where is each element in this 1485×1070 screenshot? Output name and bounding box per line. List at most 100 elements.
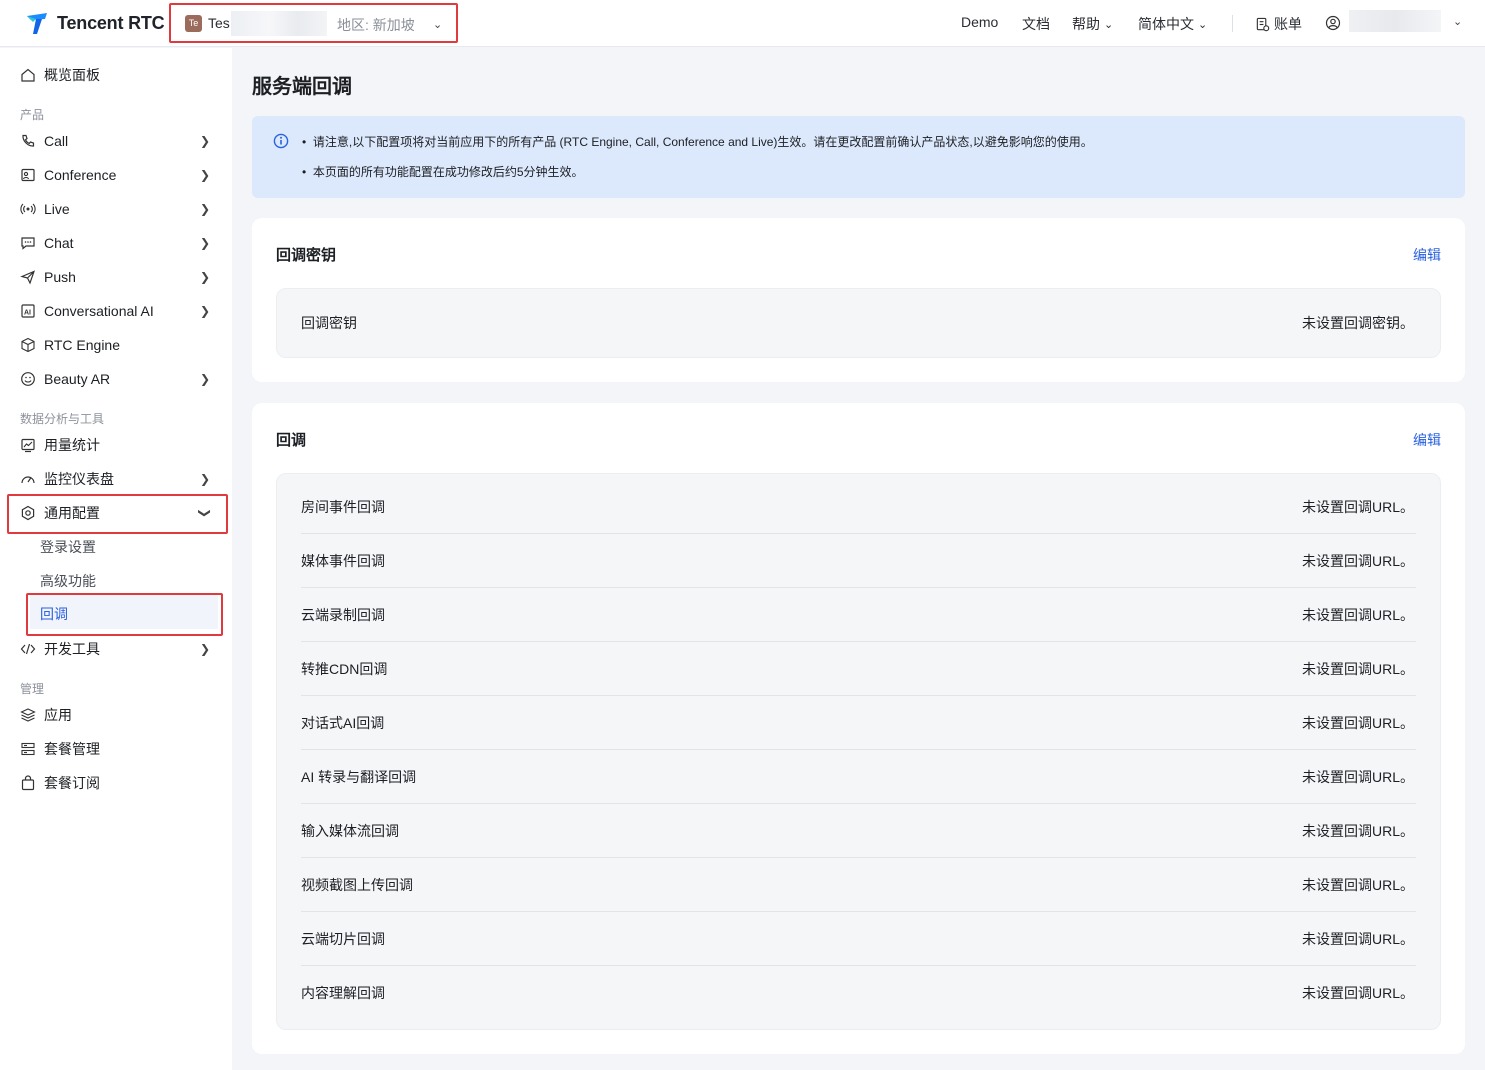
sidebar-item-label: Chat: [44, 235, 74, 251]
shopping-bag-icon: [21, 775, 35, 791]
sidebar-item-conference[interactable]: Conference ❯: [0, 158, 232, 192]
sidebar-item-label: Live: [44, 201, 70, 217]
nav-demo[interactable]: Demo: [961, 14, 998, 30]
sidebar-item-beauty-ar[interactable]: Beauty AR ❯: [0, 362, 232, 396]
row-value: 未设置回调URL。: [1301, 660, 1414, 677]
redacted-user-name[interactable]: [1349, 10, 1441, 32]
sidebar-item-call[interactable]: Call ❯: [0, 124, 232, 158]
row-value: 未设置回调URL。: [1301, 985, 1414, 1001]
sidebar-item-label: Conversational AI: [44, 303, 154, 319]
nav-help-label: 帮助: [1072, 16, 1100, 32]
sidebar-item-label: Push: [44, 269, 76, 285]
callback-row: 视频截图上传回调 未设置回调URL。: [301, 858, 1416, 912]
sidebar-item-label: Conference: [44, 167, 117, 183]
callback-row: 媒体事件回调 未设置回调URL。: [301, 534, 1416, 588]
smile-icon: [21, 372, 35, 386]
edit-callback-button[interactable]: 编辑: [1413, 430, 1441, 450]
nav-docs[interactable]: 文档: [1022, 14, 1050, 34]
callback-row: 内容理解回调 未设置回调URL。: [301, 966, 1416, 1020]
section-label-products: 产品: [20, 108, 45, 122]
row-label: 对话式AI回调: [301, 714, 385, 731]
brand-name: Tencent RTC: [57, 12, 165, 33]
row-label: 房间事件回调: [301, 498, 385, 515]
callback-row: 房间事件回调 未设置回调URL。: [301, 480, 1416, 534]
sidebar-item-apps[interactable]: 应用: [0, 698, 232, 732]
gauge-icon: [21, 476, 35, 484]
nav-docs-label: 文档: [1022, 16, 1050, 32]
chat-icon: [21, 237, 35, 250]
card-title: 回调: [276, 432, 307, 449]
sidebar-subitem-advanced[interactable]: 高级功能: [40, 571, 96, 591]
callback-row: 云端录制回调 未设置回调URL。: [301, 588, 1416, 642]
sidebar-item-overview[interactable]: 概览面板: [0, 58, 232, 92]
nav-billing-label: 账单: [1274, 16, 1302, 32]
row-value: 未设置回调URL。: [1301, 876, 1414, 893]
row-value: 未设置回调URL。: [1301, 768, 1414, 785]
code-icon: [20, 643, 36, 655]
sidebar-item-devtools[interactable]: 开发工具 ❯: [0, 632, 232, 666]
chevron-right-icon: ❯: [200, 168, 211, 182]
logo[interactable]: Tencent RTC: [25, 10, 165, 36]
sidebar: 概览面板 产品 Call ❯ Conference ❯ Live ❯ Chat …: [0, 48, 232, 1070]
row-value: 未设置回调URL。: [1301, 606, 1414, 623]
chevron-right-icon: ❯: [200, 202, 211, 216]
app-selector[interactable]: Te Tes 地区: 新加坡 ⌄: [169, 3, 458, 43]
edit-key-button[interactable]: 编辑: [1413, 245, 1441, 265]
callback-row: 转推CDN回调 未设置回调URL。: [301, 642, 1416, 696]
sidebar-item-plans[interactable]: 套餐管理: [0, 732, 232, 766]
app-name: Tes: [208, 15, 230, 31]
row-label: 输入媒体流回调: [301, 822, 399, 839]
phone-icon: [22, 134, 35, 147]
highlight-box: [26, 593, 223, 636]
row-label: 云端切片回调: [301, 930, 385, 947]
callback-panel: 房间事件回调 未设置回调URL。 媒体事件回调 未设置回调URL。 云端录制回调 未设…: [276, 473, 1441, 1030]
callback-row: 对话式AI回调 未设置回调URL。: [301, 696, 1416, 750]
chevron-down-icon: ⌄: [433, 19, 443, 31]
page-title: 服务端回调: [252, 76, 352, 98]
row-value: 未设置回调URL。: [1301, 822, 1414, 839]
chevron-right-icon: ❯: [200, 304, 211, 318]
chevron-right-icon: ❯: [200, 134, 211, 148]
nav-language[interactable]: 简体中文 ⌄: [1138, 14, 1207, 34]
notice-line: • 请注意,以下配置项将对当前应用下的所有产品 (RTC Engine, Cal…: [302, 135, 1093, 149]
sidebar-item-label: Beauty AR: [44, 371, 111, 387]
callback-row: AI 转录与翻译回调 未设置回调URL。: [301, 750, 1416, 804]
user-avatar-icon[interactable]: [1325, 15, 1341, 31]
sidebar-item-chat[interactable]: Chat ❯: [0, 226, 232, 260]
sidebar-subitem-login[interactable]: 登录设置: [40, 537, 96, 557]
row-label: 内容理解回调: [301, 985, 385, 1001]
chevron-down-icon[interactable]: ⌄: [1453, 15, 1462, 28]
conference-icon: [21, 168, 35, 182]
sidebar-item-monitor[interactable]: 监控仪表盘 ❯: [0, 462, 232, 496]
notice-text: 请注意,以下配置项将对当前应用下的所有产品 (RTC Engine, Call,…: [312, 135, 1093, 149]
chevron-right-icon: ❯: [200, 372, 211, 386]
chevron-down-icon: ⌄: [1198, 18, 1208, 31]
sidebar-item-conversational-ai[interactable]: AI Conversational AI ❯: [0, 294, 232, 328]
sidebar-item-live[interactable]: Live ❯: [0, 192, 232, 226]
card-title: 回调密钥: [276, 247, 337, 264]
chevron-down-icon: ⌄: [1104, 18, 1114, 31]
sidebar-item-rtc-engine[interactable]: RTC Engine: [0, 328, 232, 362]
notice-line: • 本页面的所有功能配置在成功修改后约5分钟生效。: [302, 165, 584, 179]
svg-text:AI: AI: [24, 310, 31, 317]
divider: [1232, 15, 1233, 32]
row-value: 未设置回调密钥。: [1302, 315, 1414, 331]
sidebar-item-label: 应用: [44, 707, 72, 723]
layers-icon: [20, 708, 36, 722]
sidebar-item-push[interactable]: Push ❯: [0, 260, 232, 294]
row-label: 视频截图上传回调: [301, 876, 413, 893]
nav-help[interactable]: 帮助 ⌄: [1072, 14, 1113, 34]
chevron-right-icon: ❯: [200, 236, 211, 250]
top-bar: Tencent RTC Te Tes 地区: 新加坡 ⌄ Demo 文档 帮助 ⌄…: [0, 0, 1485, 47]
redacted-app-name: [231, 11, 327, 36]
row-value: 未设置回调URL。: [1301, 498, 1414, 515]
sidebar-item-usage[interactable]: 用量统计: [0, 428, 232, 462]
chevron-right-icon: ❯: [200, 642, 211, 656]
region-label: 地区: 新加坡: [337, 17, 415, 33]
row-label: 媒体事件回调: [301, 552, 385, 569]
sidebar-item-label: 概览面板: [44, 67, 100, 83]
sidebar-item-subscriptions[interactable]: 套餐订阅: [0, 766, 232, 800]
sidebar-item-label: RTC Engine: [44, 337, 121, 353]
highlight-box: [7, 494, 228, 534]
nav-billing[interactable]: 账单: [1255, 14, 1302, 34]
